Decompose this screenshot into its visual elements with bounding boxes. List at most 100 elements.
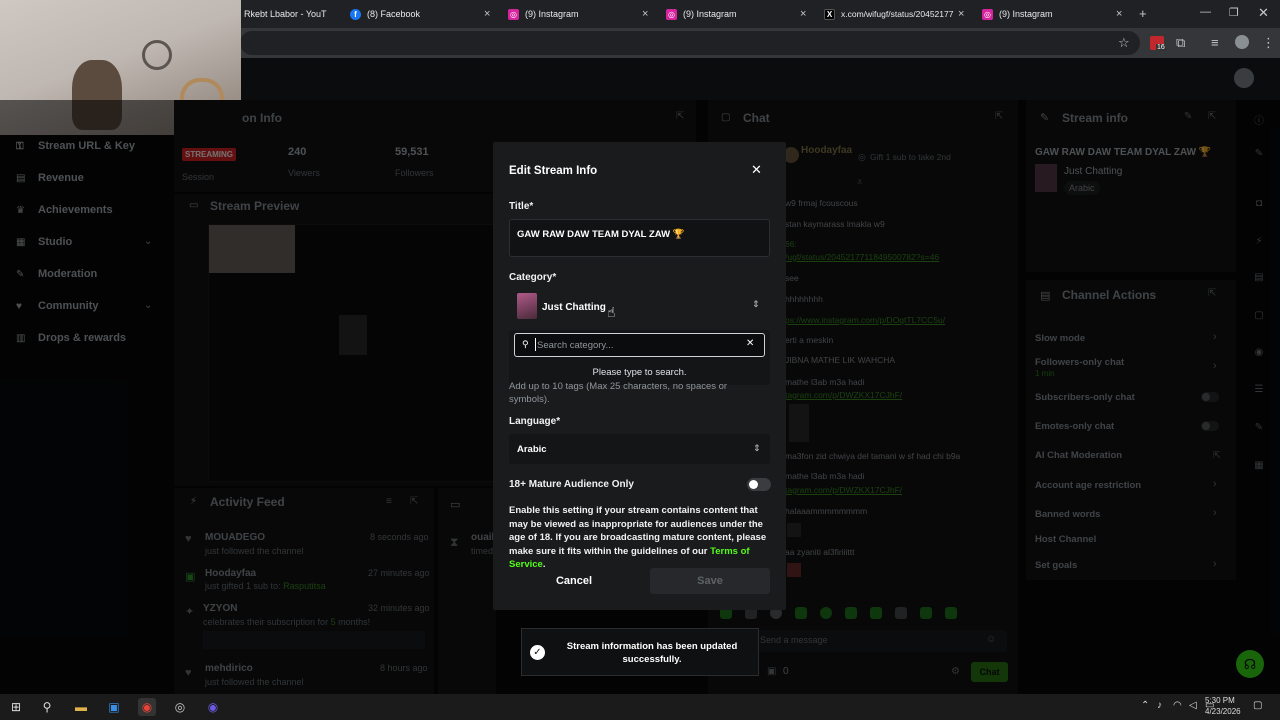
browser-tab[interactable]: ◎ (9) Instagram ×: [666, 4, 811, 24]
pencil-icon[interactable]: ✎: [1252, 148, 1266, 162]
action-banned-words[interactable]: Banned words: [1035, 509, 1100, 520]
sidebar-item-stream-url[interactable]: ⚿ Stream URL & Key: [16, 140, 135, 152]
filter-icon[interactable]: ≡: [386, 496, 392, 507]
emoji-icon[interactable]: ☺: [986, 634, 996, 645]
emote-icon[interactable]: [920, 607, 932, 619]
action-account-age[interactable]: Account age restriction: [1035, 480, 1141, 491]
search-icon[interactable]: ⚲: [38, 698, 56, 716]
chat-bubble-icon[interactable]: ▢: [1252, 310, 1266, 324]
chevron-right-icon[interactable]: ›: [1213, 331, 1217, 343]
notifications-icon[interactable]: ▢: [1253, 700, 1262, 711]
chrome-icon[interactable]: ◉: [138, 698, 156, 716]
profile-avatar[interactable]: [1235, 35, 1249, 49]
chevron-down-icon[interactable]: ⌄: [144, 236, 152, 247]
store-icon[interactable]: ▣: [105, 698, 123, 716]
minimize-icon[interactable]: —: [1200, 6, 1211, 18]
document-icon[interactable]: ▤: [1252, 272, 1266, 286]
windows-start-icon[interactable]: ⊞: [7, 698, 25, 716]
action-ai-moderation[interactable]: AI Chat Moderation: [1035, 450, 1122, 461]
close-tab-icon[interactable]: ×: [484, 8, 490, 20]
bolt-icon[interactable]: ⚡: [1252, 236, 1266, 250]
bookmark-star-icon[interactable]: ☆: [1118, 35, 1130, 51]
emote-icon[interactable]: [845, 607, 857, 619]
sidebar-item-drops[interactable]: ▥ Drops & rewards: [16, 332, 126, 344]
external-link-icon[interactable]: ⇱: [1213, 450, 1221, 461]
chat-settings-icon[interactable]: ⚙: [951, 666, 960, 677]
chevron-right-icon[interactable]: ›: [1213, 558, 1217, 570]
wifi-icon[interactable]: ◠: [1173, 700, 1182, 711]
emote-icon[interactable]: [795, 607, 807, 619]
chevron-down-icon[interactable]: ⌄: [144, 300, 152, 311]
close-icon[interactable]: ✕: [751, 162, 762, 178]
action-slow-mode[interactable]: Slow mode: [1035, 333, 1085, 344]
action-followers-only[interactable]: Followers-only chat: [1035, 357, 1124, 368]
browser-tab[interactable]: X x.com/wifugf/status/20452177 ×: [824, 4, 969, 24]
emote-icon[interactable]: [820, 607, 832, 619]
browser-tab[interactable]: ◎ (9) Instagram ×: [508, 4, 653, 24]
emote-icon[interactable]: [870, 607, 882, 619]
close-tab-icon[interactable]: ×: [800, 8, 806, 20]
chevron-right-icon[interactable]: ›: [1213, 360, 1217, 372]
emote-icon[interactable]: [945, 607, 957, 619]
media-control-icon[interactable]: ≡: [1211, 35, 1219, 50]
subscribers-only-toggle[interactable]: [1201, 392, 1219, 402]
menu-dots-icon[interactable]: ⋮: [1262, 35, 1275, 51]
obs-icon[interactable]: ◎: [171, 698, 189, 716]
chat-link[interactable]: ps://www.instagram.com/p/DOqtTL7CC5u/: [785, 315, 945, 325]
sidebar-item-studio[interactable]: ▦ Studio: [16, 236, 72, 248]
emote-icon[interactable]: [895, 607, 907, 619]
expand-icon[interactable]: ⩡: [857, 177, 863, 188]
chat-link[interactable]: tagram.com/p/DWZKX17CJhF/: [785, 390, 902, 400]
tray-expand-icon[interactable]: ⌃: [1141, 700, 1149, 711]
info-icon[interactable]: ⓘ: [1252, 112, 1266, 127]
volume-icon[interactable]: ◁: [1189, 700, 1197, 711]
cancel-button[interactable]: Cancel: [509, 568, 639, 594]
title-input[interactable]: GAW RAW DAW TEAM DYAL ZAW 🏆: [509, 219, 770, 257]
browser-tab[interactable]: ◎ (9) Instagram ×: [982, 4, 1127, 24]
category-select[interactable]: Just Chatting ⇕: [509, 290, 770, 322]
sidebar-item-community[interactable]: ♥ Community: [16, 300, 99, 312]
user-avatar[interactable]: [1234, 68, 1254, 88]
restore-icon[interactable]: ❐: [1229, 6, 1239, 19]
close-window-icon[interactable]: ✕: [1258, 5, 1269, 21]
popout-icon[interactable]: ⇱: [676, 111, 684, 122]
popout-icon[interactable]: ⇱: [410, 496, 418, 507]
chevron-right-icon[interactable]: ›: [1213, 478, 1217, 490]
sidebar-item-revenue[interactable]: ▤ Revenue: [16, 172, 84, 184]
popout-icon[interactable]: ⇱: [1208, 288, 1216, 299]
wrench-icon[interactable]: ✎: [1252, 422, 1266, 436]
chat-link[interactable]: /ugf/status/2045217711849500782?s=46: [785, 252, 939, 262]
chat-send-button[interactable]: Chat: [971, 662, 1008, 682]
popout-icon[interactable]: ⇱: [995, 111, 1003, 122]
extensions-puzzle-icon[interactable]: ⧉: [1176, 35, 1185, 51]
clear-search-icon[interactable]: ✕: [746, 338, 754, 349]
sidebar-item-moderation[interactable]: ✎ Moderation: [16, 268, 97, 280]
clock-date[interactable]: 4/23/2026: [1205, 707, 1241, 716]
action-subscribers-only[interactable]: Subscribers-only chat: [1035, 392, 1135, 403]
action-emotes-only[interactable]: Emotes-only chat: [1035, 421, 1114, 432]
close-tab-icon[interactable]: ×: [1116, 8, 1122, 20]
close-tab-icon[interactable]: ×: [958, 8, 964, 20]
broadcast-icon[interactable]: ◉: [1252, 347, 1266, 361]
chat-link[interactable]: tagram.com/p/DWZKX17CJhF/: [785, 485, 902, 495]
close-tab-icon[interactable]: ×: [642, 8, 648, 20]
popout-icon[interactable]: ⇱: [1208, 111, 1216, 122]
new-tab-button[interactable]: +: [1139, 6, 1147, 21]
browser-tab[interactable]: f (8) Facebook ×: [350, 4, 495, 24]
list-icon[interactable]: ☰: [1252, 384, 1266, 398]
category-search-input[interactable]: ⚲ Search category... ✕: [514, 333, 765, 357]
calendar-icon[interactable]: ▦: [1252, 460, 1266, 474]
action-host-channel[interactable]: Host Channel: [1035, 534, 1096, 545]
messenger-icon[interactable]: ◉: [204, 698, 222, 716]
microphone-icon[interactable]: ♪: [1157, 700, 1162, 711]
support-headset-button[interactable]: ☊: [1236, 650, 1264, 678]
browser-tab[interactable]: Rkebt Lbabor - YouT: [244, 4, 340, 24]
clock-time[interactable]: 5:30 PM: [1205, 696, 1235, 705]
file-explorer-icon[interactable]: ▬: [72, 698, 90, 716]
chat-input[interactable]: Send a message ☺: [720, 630, 1007, 652]
chevron-right-icon[interactable]: ›: [1213, 507, 1217, 519]
edit-pencil-icon[interactable]: ✎: [1184, 111, 1192, 122]
emotes-only-toggle[interactable]: [1201, 421, 1219, 431]
action-set-goals[interactable]: Set goals: [1035, 560, 1077, 571]
language-select[interactable]: Arabic ⇕: [509, 434, 770, 464]
